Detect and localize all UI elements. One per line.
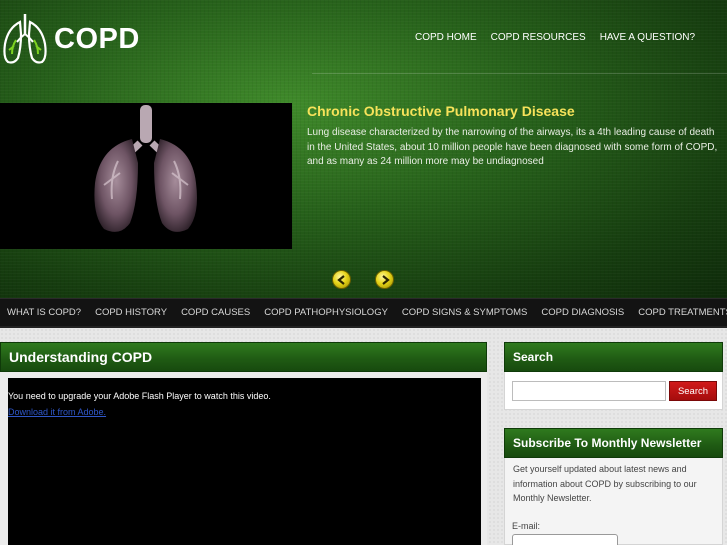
slide-title: Chronic Obstructive Pulmonary Disease	[307, 103, 575, 119]
header-divider	[312, 73, 727, 74]
nav-copd-diagnosis[interactable]: COPD DIAGNOSIS	[534, 307, 631, 318]
nav-copd-signs-symptoms[interactable]: COPD SIGNS & SYMPTOMS	[395, 307, 534, 318]
main-heading: Understanding COPD	[0, 342, 487, 372]
slide-description: Lung disease characterized by the narrow…	[307, 127, 718, 167]
arrow-left-icon	[336, 274, 345, 285]
slider-prev-button[interactable]	[332, 270, 351, 289]
nav-copd-pathophysiology[interactable]: COPD PATHOPHYSIOLOGY	[257, 307, 395, 318]
nav-what-is-copd[interactable]: WHAT IS COPD?	[0, 307, 88, 318]
flash-upgrade-message: You need to upgrade your Adobe Flash Pla…	[8, 391, 271, 401]
search-button[interactable]: Search	[669, 381, 717, 401]
search-heading: Search	[504, 342, 723, 372]
newsletter-panel: Get yourself updated about latest news a…	[504, 458, 723, 545]
email-field[interactable]	[512, 534, 618, 545]
newsletter-heading: Subscribe To Monthly Newsletter	[504, 428, 723, 458]
main-nav: WHAT IS COPD? COPD HISTORY COPD CAUSES C…	[0, 298, 727, 328]
flash-download-link[interactable]: Download it from Adobe.	[8, 407, 106, 417]
nav-copd-history[interactable]: COPD HISTORY	[88, 307, 174, 318]
logo-text: COPD	[54, 22, 140, 55]
top-nav-home[interactable]: COPD HOME	[408, 32, 484, 43]
nav-copd-causes[interactable]: COPD CAUSES	[174, 307, 257, 318]
top-nav-resources[interactable]: COPD RESOURCES	[484, 32, 593, 43]
arrow-right-icon	[381, 274, 390, 285]
video-player[interactable]: You need to upgrade your Adobe Flash Pla…	[8, 378, 481, 545]
slide-image-lungs	[0, 103, 292, 249]
top-nav-question[interactable]: HAVE A QUESTION?	[593, 32, 702, 43]
lungs-icon	[3, 14, 47, 64]
search-input[interactable]	[512, 381, 666, 401]
slider-next-button[interactable]	[375, 270, 394, 289]
email-label: E-mail:	[512, 521, 541, 531]
nav-copd-treatments[interactable]: COPD TREATMENTS	[631, 307, 727, 318]
site-logo[interactable]: COPD	[2, 12, 140, 66]
top-nav: COPD HOME COPD RESOURCES HAVE A QUESTION…	[408, 32, 702, 43]
newsletter-description: Get yourself updated about latest news a…	[513, 464, 697, 503]
